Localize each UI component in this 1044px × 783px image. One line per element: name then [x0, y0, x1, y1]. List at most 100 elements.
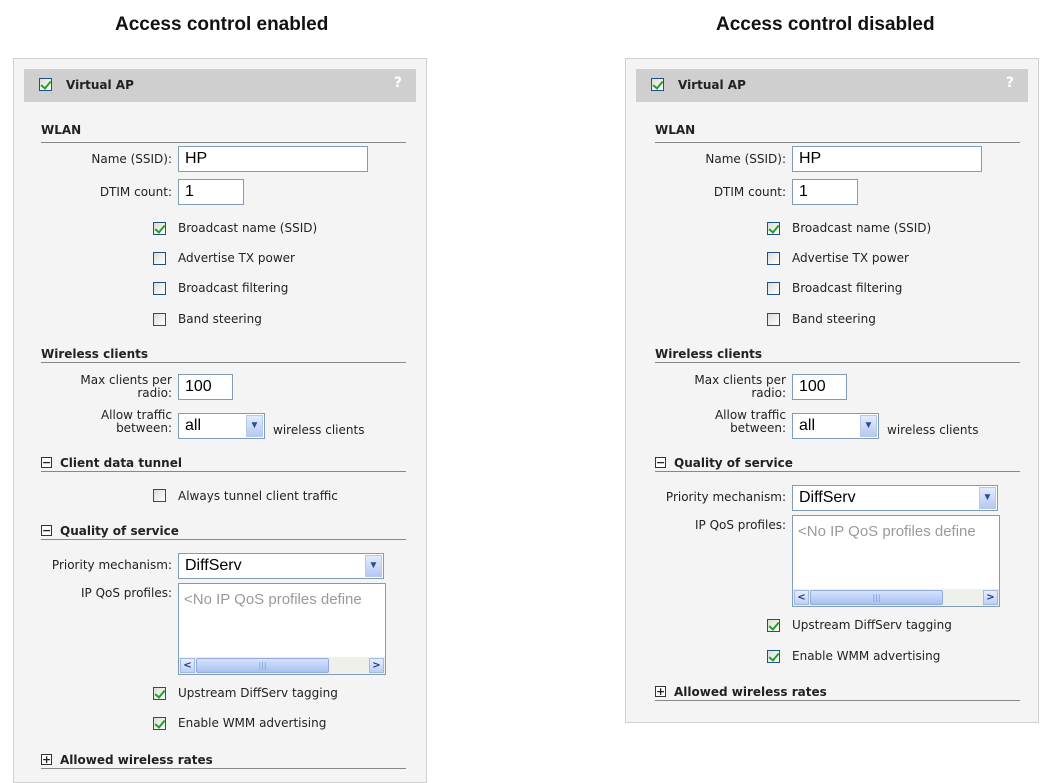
help-icon[interactable]: ?	[394, 75, 402, 91]
upstream-diffserv-label: Upstream DiffServ tagging	[178, 686, 338, 700]
ssid-input[interactable]: HP	[178, 146, 368, 172]
divider	[655, 362, 1020, 363]
divider	[655, 142, 1020, 143]
section-quality-of-service: Quality of service	[60, 524, 179, 538]
enable-wmm-checkbox[interactable]	[153, 717, 166, 730]
advertise-tx-power-label: Advertise TX power	[792, 251, 909, 265]
upstream-diffserv-checkbox[interactable]	[767, 619, 780, 632]
priority-mechanism-select[interactable]: DiffServ ▼	[178, 553, 384, 579]
priority-mechanism-label: Priority mechanism:	[51, 558, 172, 572]
virtual-ap-panel-disabled: Virtual AP ? WLAN Name (SSID): HP DTIM c…	[625, 58, 1039, 723]
section-wlan: WLAN	[41, 123, 82, 137]
arrow-right-icon[interactable]: >	[369, 658, 384, 673]
horizontal-scrollbar[interactable]: < ||| >	[179, 657, 385, 674]
max-clients-input[interactable]: 100	[792, 374, 847, 400]
allow-traffic-label: Allow traffic between:	[100, 408, 172, 435]
broadcast-filtering-checkbox[interactable]	[153, 282, 166, 295]
broadcast-filtering-label: Broadcast filtering	[792, 281, 903, 295]
divider	[41, 362, 406, 363]
always-tunnel-checkbox[interactable]	[153, 489, 166, 502]
scroll-thumb[interactable]: |||	[196, 658, 329, 673]
dtim-label: DTIM count:	[99, 185, 172, 199]
enable-wmm-label: Enable WMM advertising	[178, 716, 327, 730]
allow-traffic-select[interactable]: all ▼	[792, 413, 879, 439]
section-client-data-tunnel: Client data tunnel	[60, 456, 182, 470]
broadcast-filtering-label: Broadcast filtering	[178, 281, 289, 295]
chevron-down-icon[interactable]: ▼	[979, 487, 996, 509]
divider	[655, 471, 1020, 472]
broadcast-name-label: Broadcast name (SSID)	[178, 221, 318, 235]
collapse-icon[interactable]: −	[41, 457, 52, 468]
collapse-icon[interactable]: −	[41, 525, 52, 536]
section-wireless-clients: Wireless clients	[41, 347, 149, 361]
panel-header: Virtual AP ?	[636, 69, 1028, 102]
horizontal-scrollbar[interactable]: < ||| >	[793, 589, 999, 606]
always-tunnel-label: Always tunnel client traffic	[178, 489, 338, 503]
section-wireless-clients: Wireless clients	[655, 347, 763, 361]
dtim-input[interactable]: 1	[178, 179, 244, 205]
max-clients-input[interactable]: 100	[178, 374, 233, 400]
ssid-label: Name (SSID):	[705, 152, 786, 166]
panel-title: Virtual AP	[66, 78, 134, 92]
ssid-input[interactable]: HP	[792, 146, 982, 172]
arrow-left-icon[interactable]: <	[794, 590, 809, 605]
heading-access-disabled: Access control disabled	[716, 14, 935, 35]
profiles-placeholder: <No IP QoS profiles define	[798, 523, 976, 540]
divider	[41, 471, 406, 472]
panel-title: Virtual AP	[678, 78, 746, 92]
max-clients-label: Max clients per radio:	[694, 373, 786, 400]
ip-qos-profiles-label: IP QoS profiles:	[694, 518, 786, 532]
expand-icon[interactable]: +	[655, 686, 666, 697]
priority-mechanism-select[interactable]: DiffServ ▼	[792, 485, 998, 511]
band-steering-checkbox[interactable]	[153, 313, 166, 326]
broadcast-name-label: Broadcast name (SSID)	[792, 221, 932, 235]
broadcast-name-checkbox[interactable]	[153, 222, 166, 235]
advertise-tx-power-checkbox[interactable]	[153, 252, 166, 265]
virtual-ap-panel-enabled: Virtual AP ? WLAN Name (SSID): HP DTIM c…	[13, 58, 427, 783]
scroll-thumb[interactable]: |||	[810, 590, 943, 605]
band-steering-checkbox[interactable]	[767, 313, 780, 326]
dtim-input[interactable]: 1	[792, 179, 858, 205]
allow-traffic-suffix: wireless clients	[887, 423, 979, 437]
ip-qos-profiles-list[interactable]: <No IP QoS profiles define < ||| >	[178, 583, 386, 675]
profiles-placeholder: <No IP QoS profiles define	[184, 591, 362, 608]
divider	[655, 700, 1020, 701]
advertise-tx-power-checkbox[interactable]	[767, 252, 780, 265]
priority-mechanism-label: Priority mechanism:	[665, 490, 786, 504]
chevron-down-icon[interactable]: ▼	[365, 555, 382, 577]
advertise-tx-power-label: Advertise TX power	[178, 251, 295, 265]
expand-icon[interactable]: +	[41, 754, 52, 765]
section-allowed-wireless-rates: Allowed wireless rates	[60, 753, 213, 767]
allow-traffic-label: Allow traffic between:	[714, 408, 786, 435]
ssid-label: Name (SSID):	[91, 152, 172, 166]
enable-wmm-label: Enable WMM advertising	[792, 649, 941, 663]
ip-qos-profiles-list[interactable]: <No IP QoS profiles define < ||| >	[792, 515, 1000, 607]
ip-qos-profiles-label: IP QoS profiles:	[80, 586, 172, 600]
upstream-diffserv-label: Upstream DiffServ tagging	[792, 618, 952, 632]
virtual-ap-checkbox[interactable]	[39, 78, 52, 91]
chevron-down-icon[interactable]: ▼	[860, 415, 877, 437]
arrow-left-icon[interactable]: <	[180, 658, 195, 673]
broadcast-name-checkbox[interactable]	[767, 222, 780, 235]
arrow-right-icon[interactable]: >	[983, 590, 998, 605]
help-icon[interactable]: ?	[1006, 75, 1014, 91]
section-quality-of-service: Quality of service	[674, 456, 793, 470]
allow-traffic-select[interactable]: all ▼	[178, 413, 265, 439]
upstream-diffserv-checkbox[interactable]	[153, 687, 166, 700]
allow-traffic-suffix: wireless clients	[273, 423, 365, 437]
divider	[41, 142, 406, 143]
section-allowed-wireless-rates: Allowed wireless rates	[674, 685, 827, 699]
band-steering-label: Band steering	[178, 312, 262, 326]
chevron-down-icon[interactable]: ▼	[246, 415, 263, 437]
collapse-icon[interactable]: −	[655, 457, 666, 468]
divider	[41, 539, 406, 540]
heading-access-enabled: Access control enabled	[115, 14, 329, 35]
divider	[41, 768, 406, 769]
section-wlan: WLAN	[655, 123, 696, 137]
broadcast-filtering-checkbox[interactable]	[767, 282, 780, 295]
enable-wmm-checkbox[interactable]	[767, 650, 780, 663]
dtim-label: DTIM count:	[713, 185, 786, 199]
band-steering-label: Band steering	[792, 312, 876, 326]
max-clients-label: Max clients per radio:	[80, 373, 172, 400]
virtual-ap-checkbox[interactable]	[651, 78, 664, 91]
